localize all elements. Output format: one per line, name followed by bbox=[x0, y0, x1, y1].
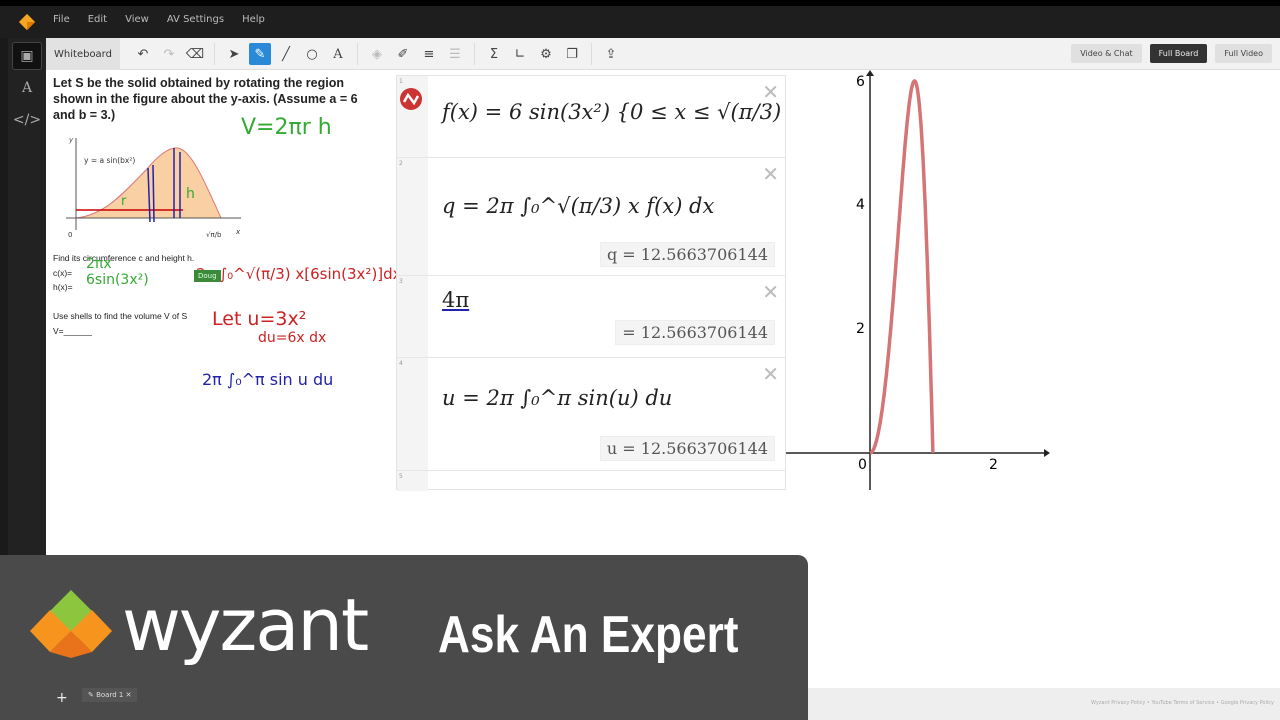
expression-5[interactable]: 5 bbox=[397, 471, 785, 491]
expr-number: 3 bbox=[397, 276, 428, 357]
video-chat-button[interactable]: Video & Chat bbox=[1071, 44, 1142, 63]
line-icon[interactable]: ╱ bbox=[275, 43, 297, 65]
function-curve[interactable] bbox=[869, 79, 935, 455]
expr-number: 5 bbox=[397, 471, 428, 491]
expression-math[interactable] bbox=[428, 471, 785, 491]
text-editor-icon[interactable]: A bbox=[12, 74, 42, 102]
x-tick-2: 2 bbox=[989, 457, 998, 473]
delete-expression-icon[interactable]: ✕ bbox=[762, 362, 779, 386]
fig-zero: 0 bbox=[68, 231, 72, 239]
hw-substitution: Let u=3x² bbox=[212, 308, 307, 330]
menu-help[interactable]: Help bbox=[242, 14, 265, 25]
color-icon[interactable]: ✐ bbox=[392, 43, 414, 65]
expression-result: u = 12.5663706144 bbox=[599, 436, 775, 461]
full-board-button[interactable]: Full Board bbox=[1149, 44, 1208, 63]
wyzant-logo-icon bbox=[18, 13, 36, 31]
cursor-label: Doug bbox=[194, 270, 221, 282]
hw-integral: 2π ∫₀^√(π/3) x[6sin(3x²)]dx bbox=[196, 265, 402, 283]
fill-icon[interactable]: ◈ bbox=[366, 43, 388, 65]
x-tick-0: 0 bbox=[858, 457, 867, 473]
select-arrow-icon[interactable]: ➤ bbox=[223, 43, 245, 65]
fig-y-label: y bbox=[68, 136, 74, 144]
settings-gear-icon[interactable]: ⚙ bbox=[535, 43, 557, 65]
hw-differential: du=6x dx bbox=[258, 330, 327, 346]
h-label: h(x)= bbox=[53, 282, 73, 292]
expression-4[interactable]: 4 u = 2π ∫₀^π sin(u) du u = 12.566370614… bbox=[397, 358, 785, 471]
expression-1[interactable]: 1 f(x) = 6 sin(3x²) {0 ≤ x ≤ √(π/3) ✕ bbox=[397, 76, 785, 158]
whiteboard-icon[interactable]: ▣ bbox=[12, 42, 42, 70]
c-label: c(x)= bbox=[53, 268, 73, 278]
footer-links[interactable]: Wyzant Privacy Policy • YouTube Terms of… bbox=[808, 688, 1280, 720]
shape-icon[interactable]: ○ bbox=[301, 43, 323, 65]
hw-height: 6sin(3x²) bbox=[86, 272, 149, 288]
delete-expression-icon[interactable]: ✕ bbox=[762, 162, 779, 186]
y-tick-6: 6 bbox=[856, 74, 865, 90]
expression-2[interactable]: 2 q = 2π ∫₀^√(π/3) x f(x) dx q = 12.5663… bbox=[397, 158, 785, 276]
expr-number: 2 bbox=[397, 158, 428, 275]
app-menubar: File Edit View AV Settings Help bbox=[0, 0, 1280, 38]
menu-file[interactable]: File bbox=[53, 14, 70, 25]
full-video-button[interactable]: Full Video bbox=[1215, 44, 1272, 63]
expression-math[interactable]: f(x) = 6 sin(3x²) {0 ≤ x ≤ √(π/3) bbox=[428, 76, 785, 157]
equation-icon[interactable]: Σ bbox=[483, 43, 505, 65]
fig-curve-label: y = a sin(bx²) bbox=[84, 156, 135, 165]
tab-whiteboard[interactable]: Whiteboard bbox=[46, 38, 120, 70]
menu-av-settings[interactable]: AV Settings bbox=[167, 14, 224, 25]
delete-expression-icon[interactable]: ✕ bbox=[762, 80, 779, 104]
y-tick-4: 4 bbox=[856, 197, 865, 213]
tab-board-1[interactable]: ✎ Board 1 ✕ bbox=[82, 688, 138, 702]
text-icon[interactable]: A bbox=[327, 43, 349, 65]
find-text: Find its circumference c and height h. bbox=[53, 253, 195, 263]
tagline: Ask An Expert bbox=[438, 606, 739, 664]
hw-circumference: 2πx bbox=[86, 256, 112, 272]
expr-number: 4 bbox=[397, 358, 428, 470]
line-style-icon[interactable]: ☰ bbox=[444, 43, 466, 65]
code-editor-icon[interactable]: </> bbox=[12, 106, 42, 134]
v-label: V=______ bbox=[53, 326, 92, 336]
delete-expression-icon[interactable]: ✕ bbox=[762, 280, 779, 304]
y-tick-2: 2 bbox=[856, 321, 865, 337]
fig-x-label: x bbox=[235, 228, 241, 236]
fig-end: √π/b bbox=[206, 231, 222, 239]
desmos-logo-icon bbox=[400, 88, 422, 110]
expression-result: = 12.5663706144 bbox=[615, 320, 775, 345]
hw-final-integral: 2π ∫₀^π sin u du bbox=[202, 370, 334, 389]
undo-icon[interactable]: ↶ bbox=[132, 43, 154, 65]
graphing-calculator-expressions: 1 f(x) = 6 sin(3x²) {0 ≤ x ≤ √(π/3) ✕ 2 … bbox=[396, 75, 786, 491]
expression-3[interactable]: 3 4π = 12.5663706144 ✕ bbox=[397, 276, 785, 358]
hw-r: r bbox=[121, 194, 127, 209]
problem-statement: Let S be the solid obtained by rotating … bbox=[53, 76, 358, 122]
hw-h: h bbox=[186, 186, 195, 202]
wyzant-diamond-logo-icon bbox=[30, 590, 112, 658]
add-board-button[interactable]: + bbox=[56, 690, 68, 706]
brand-wordmark: wyzant bbox=[122, 583, 369, 667]
graph-icon[interactable]: ∟ bbox=[509, 43, 531, 65]
whiteboard-toolbar: Whiteboard ↶ ↷ ⌫ ➤ ✎ ╱ ○ A ◈ ✐ ≡ ☰ Σ ∟ ⚙… bbox=[46, 38, 1280, 70]
pen-icon[interactable]: ✎ bbox=[249, 43, 271, 65]
problem-figure: y y = a sin(bx²) 0 √π/b x r h bbox=[66, 136, 241, 239]
line-weight-icon[interactable]: ≡ bbox=[418, 43, 440, 65]
expr-number: 1 bbox=[399, 78, 403, 85]
hw-volume-formula: V=2πr h bbox=[241, 115, 332, 140]
redo-icon[interactable]: ↷ bbox=[158, 43, 180, 65]
windows-icon[interactable]: ❐ bbox=[561, 43, 583, 65]
shells-text: Use shells to find the volume V of S bbox=[53, 311, 188, 321]
expression-result: q = 12.5663706144 bbox=[599, 242, 775, 267]
board-tab-label: Board 1 bbox=[96, 691, 124, 699]
eraser-icon[interactable]: ⌫ bbox=[184, 43, 206, 65]
function-graph[interactable]: 0 2 2 4 6 bbox=[786, 70, 1066, 500]
upload-icon[interactable]: ⇪ bbox=[600, 43, 622, 65]
menu-view[interactable]: View bbox=[125, 14, 149, 25]
menu-edit[interactable]: Edit bbox=[88, 14, 107, 25]
